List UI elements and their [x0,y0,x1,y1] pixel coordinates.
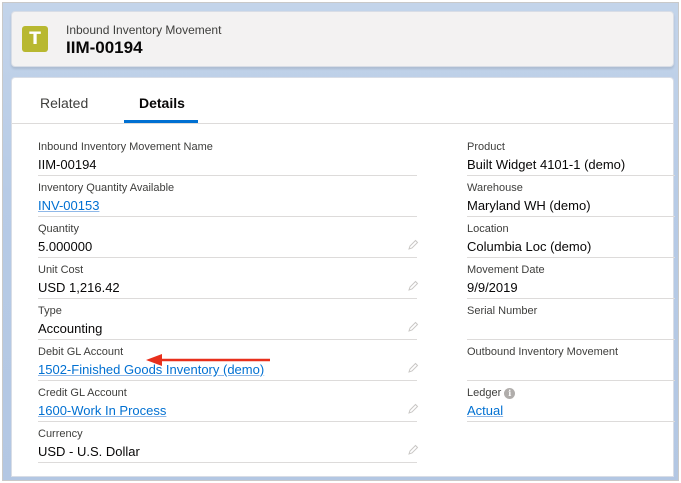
annotation-arrow-head [146,354,162,366]
ledger-link[interactable]: Actual [467,403,503,418]
page-frame: T Inbound Inventory Movement IIM-00194 R… [2,2,679,481]
field-value: Accounting [38,321,103,336]
field-label: Inventory Quantity Available [38,182,175,194]
field-label: Debit GL Account [38,346,124,358]
field-label: Ledger i [467,387,516,399]
field-type: Type Accounting [38,300,419,340]
edit-pencil-icon[interactable] [407,321,419,333]
edit-pencil-icon[interactable] [407,239,419,251]
active-tab-indicator [124,120,198,123]
field-label: Unit Cost [38,264,84,276]
annotation-arrow-icon [146,354,270,366]
tab-related[interactable]: Related [40,95,88,111]
field-value: Maryland WH (demo) [467,198,591,213]
details-card: Related Details Inbound Inventory Moveme… [11,77,675,477]
tab-details[interactable]: Details [139,95,185,111]
edit-pencil-icon[interactable] [407,403,419,415]
field-label: Inbound Inventory Movement Name [38,141,213,153]
inventory-quantity-available-link[interactable]: INV-00153 [38,198,99,213]
field-inbound-inventory-movement-name: Inbound Inventory Movement Name IIM-0019… [38,136,417,176]
edit-pencil-icon[interactable] [407,362,419,374]
field-location: Location Columbia Loc (demo) [467,218,675,258]
record-type-icon: T [22,26,48,52]
field-value: Built Widget 4101-1 (demo) [467,157,626,172]
edit-pencil-icon[interactable] [407,444,419,456]
credit-gl-account-link[interactable]: 1600-Work In Process [38,403,166,418]
record-name: IIM-00194 [66,38,143,57]
field-outbound-inventory-movement: Outbound Inventory Movement [467,341,675,381]
field-warehouse: Warehouse Maryland WH (demo) [467,177,675,217]
ledger-label-text: Ledger [467,387,502,399]
field-unit-cost: Unit Cost USD 1,216.42 [38,259,419,299]
field-value: USD 1,216.42 [38,280,120,295]
field-movement-date: Movement Date 9/9/2019 [467,259,675,299]
field-currency: Currency USD - U.S. Dollar [38,423,419,463]
field-value: Columbia Loc (demo) [467,239,592,254]
field-product: Product Built Widget 4101-1 (demo) [467,136,675,176]
field-quantity: Quantity 5.000000 [38,218,419,258]
object-name: Inbound Inventory Movement [66,23,222,37]
field-label: Warehouse [467,182,523,194]
field-credit-gl-account: Credit GL Account 1600-Work In Process [38,382,419,422]
field-label: Quantity [38,223,79,235]
field-label: Product [467,141,505,153]
field-label: Currency [38,428,83,440]
field-value: IIM-00194 [38,157,97,172]
field-label: Serial Number [467,305,538,317]
field-serial-number: Serial Number [467,300,675,340]
info-icon[interactable]: i [504,388,516,399]
field-inventory-quantity-available: Inventory Quantity Available INV-00153 [38,177,417,217]
field-label: Credit GL Account [38,387,127,399]
field-label: Location [467,223,509,235]
field-ledger: Ledger i Actual [467,382,675,422]
field-value: 9/9/2019 [467,280,518,295]
field-label: Type [38,305,62,317]
tab-bar: Related Details [12,78,673,124]
field-label: Outbound Inventory Movement [467,346,619,358]
edit-pencil-icon[interactable] [407,280,419,292]
field-value: 5.000000 [38,239,93,254]
record-header: T Inbound Inventory Movement IIM-00194 [11,11,674,67]
field-value: USD - U.S. Dollar [38,444,140,459]
field-label: Movement Date [467,264,545,276]
